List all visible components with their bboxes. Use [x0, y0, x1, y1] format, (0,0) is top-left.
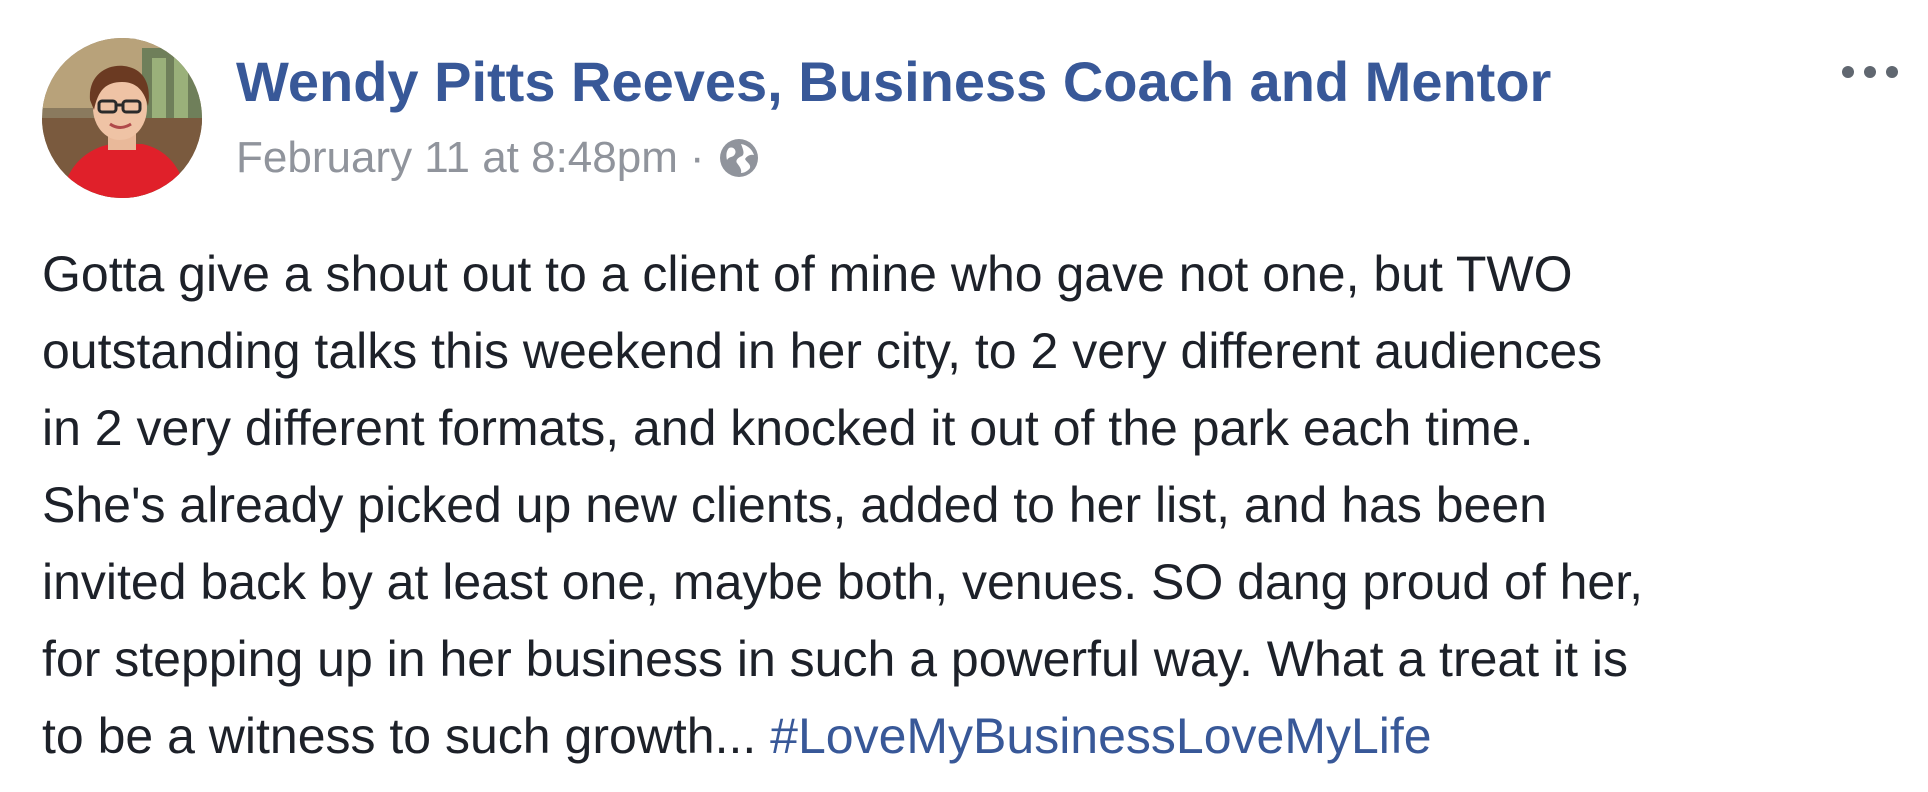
facebook-post: Wendy Pitts Reeves, Business Coach and M…: [0, 0, 1928, 792]
meta-separator: ·: [689, 133, 705, 182]
post-meta: February 11 at 8:48pm ·: [236, 130, 761, 186]
dot: [1886, 66, 1898, 78]
post-text-line: Gotta give a shout out to a client of mi…: [42, 246, 1573, 302]
post-text-line: invited back by at least one, maybe both…: [42, 554, 1644, 610]
avatar[interactable]: [42, 38, 202, 198]
globe-icon[interactable]: [717, 136, 761, 180]
post-text-line: in 2 very different formats, and knocked…: [42, 400, 1534, 456]
post-body: Gotta give a shout out to a client of mi…: [42, 236, 1902, 775]
post-text-line: for stepping up in her business in such …: [42, 631, 1628, 687]
dot: [1864, 66, 1876, 78]
post-timestamp[interactable]: February 11 at 8:48pm: [236, 133, 678, 183]
ellipsis-icon[interactable]: [1836, 54, 1904, 90]
profile-photo: [42, 38, 202, 198]
post-text-line: She's already picked up new clients, add…: [42, 477, 1547, 533]
hashtag-link[interactable]: #LoveMyBusinessLoveMyLife: [770, 708, 1431, 764]
author-name-link[interactable]: Wendy Pitts Reeves, Business Coach and M…: [236, 48, 1551, 116]
dot: [1842, 66, 1854, 78]
post-text-line: outstanding talks this weekend in her ci…: [42, 323, 1603, 379]
post-text-last-line: to be a witness to such growth... #LoveM…: [42, 698, 1902, 775]
post-text-line: to be a witness to such growth...: [42, 708, 771, 764]
